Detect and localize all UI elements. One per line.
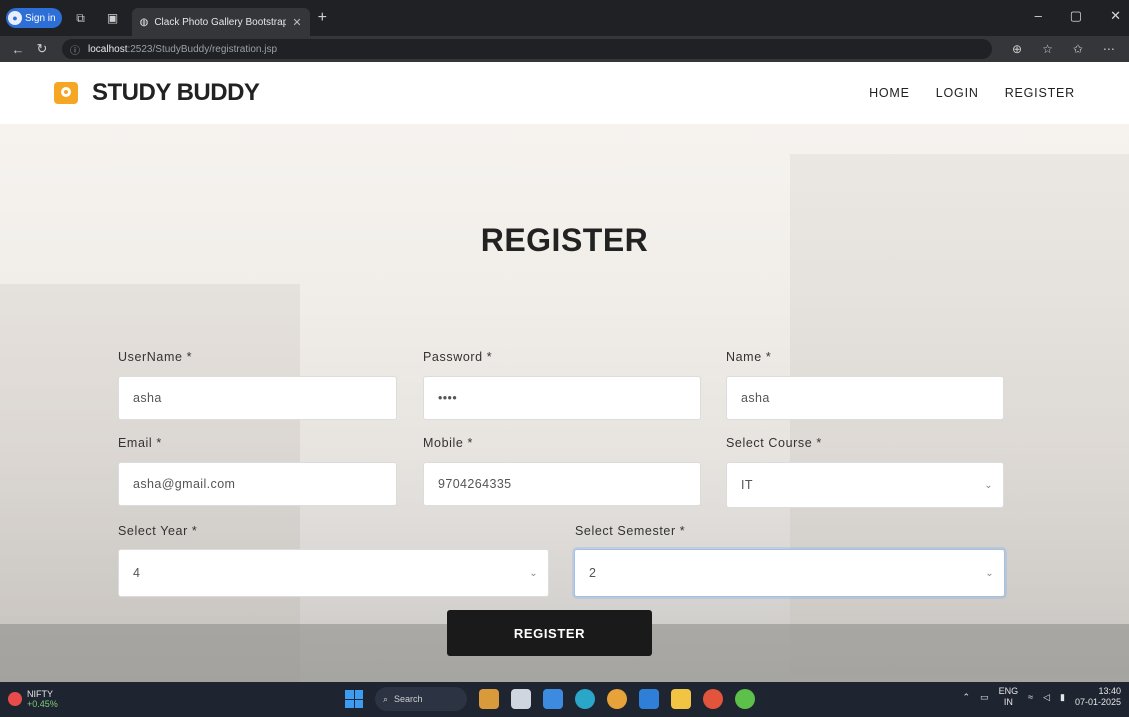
info-icon: ⓘ — [70, 45, 80, 57]
search-label: Search — [394, 694, 423, 704]
collections-icon[interactable]: ✩ — [1073, 42, 1083, 56]
email-label: Email * — [118, 436, 162, 450]
year-label: Select Year * — [118, 524, 198, 538]
zoom-icon[interactable]: ⊕ — [1012, 42, 1022, 56]
chevron-down-icon: ⌄ — [529, 567, 538, 579]
new-tab-button[interactable]: + — [318, 9, 327, 27]
chevron-down-icon: ⌄ — [984, 479, 993, 491]
language-top: ENG — [998, 686, 1019, 696]
search-icon: ⌕ — [383, 693, 389, 704]
folder-icon[interactable] — [671, 689, 691, 709]
chevron-down-icon: ⌄ — [985, 567, 994, 579]
page-title: REGISTER — [480, 222, 649, 258]
restore-icon[interactable]: ▢ — [1070, 8, 1082, 24]
ticker-name: NIFTY — [27, 689, 53, 699]
taskbar-apps: ⌕ Search — [345, 687, 755, 711]
username-input[interactable]: asha — [118, 376, 397, 420]
close-tab-icon[interactable]: ✕ — [292, 16, 301, 29]
address-bar-actions: ⊕ ☆ ✩ ⋯ — [1012, 42, 1115, 56]
brand-name: STUDY BUDDY — [92, 79, 260, 106]
clock-date: 07-01-2025 — [1074, 697, 1121, 707]
refresh-icon[interactable]: ↻ — [30, 41, 54, 57]
battery-icon[interactable]: ▮ — [1060, 692, 1065, 703]
taskbar: NIFTY +0.45% ⌕ Search ⌃ ▭ ENG IN ≈ ◁ ▮ 1… — [0, 682, 1129, 717]
course-select[interactable]: IT ⌄ — [726, 462, 1004, 508]
taskbar-search[interactable]: ⌕ Search — [375, 687, 467, 711]
camera-icon — [54, 82, 78, 104]
sign-in-label: Sign in — [25, 12, 56, 24]
chevron-up-icon[interactable]: ⌃ — [963, 692, 971, 703]
workspaces-icon[interactable]: ⧉ — [68, 7, 94, 29]
chrome-icon[interactable] — [607, 689, 627, 709]
app-icon[interactable] — [479, 689, 499, 709]
year-value: 4 — [133, 566, 141, 580]
clock-time: 13:40 — [1098, 686, 1121, 696]
brand[interactable]: STUDY BUDDY — [54, 79, 260, 107]
language-bottom: IN — [1003, 697, 1013, 707]
nav-home[interactable]: HOME — [869, 86, 910, 100]
name-label: Name * — [726, 350, 772, 364]
stock-widget[interactable]: NIFTY +0.45% — [8, 689, 58, 709]
nav-register[interactable]: REGISTER — [1005, 86, 1075, 100]
year-select[interactable]: 4 ⌄ — [118, 549, 549, 597]
edge-icon[interactable] — [575, 689, 595, 709]
stock-icon — [8, 692, 22, 706]
nav-login[interactable]: LOGIN — [936, 86, 979, 100]
browser-tabbar: ● Sign in ⧉ ▣ ◍ Clack Photo Gallery Boot… — [0, 0, 1129, 36]
mobile-input[interactable]: 9704264335 — [423, 462, 701, 506]
back-icon[interactable]: ← — [6, 42, 30, 57]
course-label: Select Course * — [726, 436, 822, 450]
hero-background: REGISTER UserName * asha Password * ••••… — [0, 124, 1129, 682]
username-label: UserName * — [118, 350, 193, 364]
windows-start-icon[interactable] — [345, 690, 363, 708]
tray-icon[interactable]: ▭ — [980, 692, 989, 703]
url-host: localhost — [88, 43, 128, 55]
wifi-icon[interactable]: ≈ — [1028, 692, 1033, 702]
profile-icon: ● — [8, 11, 22, 25]
nav-links: HOME LOGIN REGISTER — [869, 62, 1075, 124]
tab-title: Clack Photo Gallery Bootstrap Re — [154, 16, 287, 28]
password-label: Password * — [423, 350, 493, 364]
app-icon[interactable] — [511, 689, 531, 709]
semester-label: Select Semester * — [575, 524, 686, 538]
window-controls: – ▢ ✕ — [1035, 8, 1121, 24]
register-button[interactable]: REGISTER — [447, 610, 652, 656]
course-value: IT — [741, 478, 753, 492]
globe-icon: ◍ — [139, 16, 149, 28]
system-tray: ⌃ ▭ ENG IN ≈ ◁ ▮ 13:40 07-01-2025 — [963, 686, 1121, 708]
more-icon[interactable]: ⋯ — [1103, 42, 1115, 56]
semester-select[interactable]: 2 ⌄ — [574, 549, 1005, 597]
tab-actions-icon[interactable]: ▣ — [100, 7, 126, 29]
sign-in-button[interactable]: ● Sign in — [6, 8, 62, 28]
web-page: STUDY BUDDY HOME LOGIN REGISTER REGISTER… — [0, 62, 1129, 682]
password-input[interactable]: •••• — [423, 376, 701, 420]
address-bar: ← ↻ ⓘ localhost:2523/StudyBuddy/registra… — [0, 36, 1129, 62]
close-window-icon[interactable]: ✕ — [1110, 8, 1121, 24]
app-icon[interactable] — [543, 689, 563, 709]
language-indicator[interactable]: ENG IN — [999, 686, 1019, 708]
semester-value: 2 — [589, 566, 597, 580]
mobile-label: Mobile * — [423, 436, 473, 450]
app-icon[interactable] — [735, 689, 755, 709]
browser-tab[interactable]: ◍ Clack Photo Gallery Bootstrap Re ✕ — [131, 8, 310, 36]
url-path: :2523/StudyBuddy/registration.jsp — [127, 43, 278, 55]
minimize-icon[interactable]: – — [1035, 8, 1042, 24]
ticker-change: +0.45% — [27, 699, 58, 709]
app-icon[interactable] — [703, 689, 723, 709]
favorite-icon[interactable]: ☆ — [1042, 42, 1053, 56]
app-icon[interactable] — [639, 689, 659, 709]
url-field[interactable]: ⓘ localhost:2523/StudyBuddy/registration… — [62, 39, 992, 59]
site-navbar: STUDY BUDDY HOME LOGIN REGISTER — [0, 62, 1129, 124]
volume-icon[interactable]: ◁ — [1043, 692, 1050, 703]
name-input[interactable]: asha — [726, 376, 1004, 420]
clock[interactable]: 13:40 07-01-2025 — [1075, 686, 1121, 708]
email-input[interactable]: asha@gmail.com — [118, 462, 397, 506]
